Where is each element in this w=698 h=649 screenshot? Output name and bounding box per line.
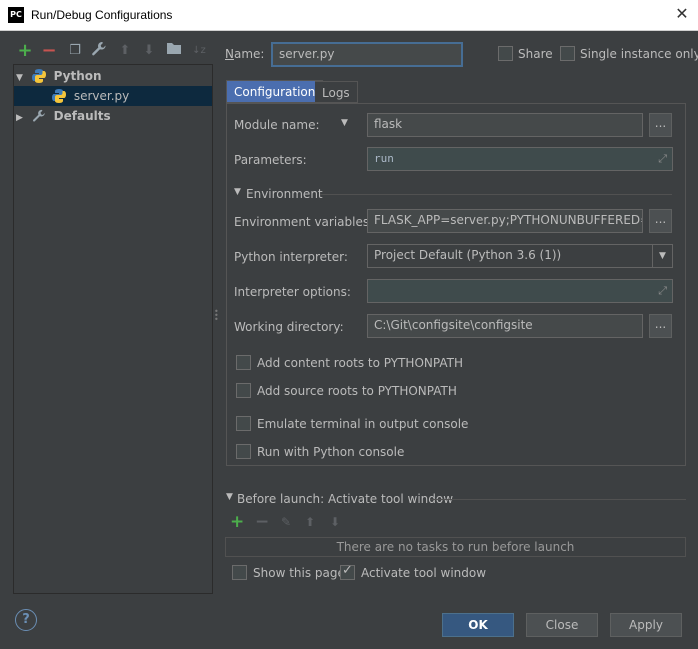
tab-configuration[interactable]: Configuration	[226, 80, 324, 103]
expand-icon[interactable]: ⤢	[658, 284, 667, 298]
sort-alphabetically-icon[interactable]: ↓z	[189, 41, 209, 61]
close-window-button[interactable]: ✕	[672, 4, 692, 24]
tree-label-server-py: server.py	[73, 89, 130, 103]
activate-tool-window-checkbox[interactable]	[340, 563, 355, 580]
apply-button[interactable]: Apply	[610, 613, 682, 637]
tree-label-defaults: Defaults	[53, 109, 111, 123]
add-content-roots-checkbox[interactable]	[236, 355, 251, 370]
parameters-label: Parameters:	[234, 153, 307, 167]
interpreter-options-input[interactable]: ⤢	[367, 279, 673, 303]
before-launch-title: Before launch: Activate tool window	[237, 492, 454, 506]
python-icon	[31, 69, 46, 83]
before-launch-divider	[430, 499, 686, 500]
before-launch-task-list[interactable]: There are no tasks to run before launch	[225, 537, 686, 557]
env-vars-input[interactable]: FLASK_APP=server.py;PYTHONUNBUFFERED=1	[367, 209, 643, 233]
name-label: Name:	[225, 47, 265, 61]
add-content-roots-label: Add content roots to PYTHONPATH	[257, 356, 463, 370]
window-title: Run/Debug Configurations	[31, 8, 173, 22]
working-directory-browse-button[interactable]: ...	[649, 314, 672, 338]
name-input[interactable]: server.py	[271, 42, 463, 67]
environment-section-label: Environment	[246, 187, 323, 201]
python-interpreter-select[interactable]: Project Default (Python 3.6 (1)) ▼	[367, 244, 673, 268]
add-task-icon[interactable]: +	[230, 512, 244, 532]
title-bar: PC Run/Debug Configurations ✕	[0, 0, 698, 31]
add-source-roots-checkbox[interactable]	[236, 383, 251, 398]
emulate-terminal-label: Emulate terminal in output console	[257, 417, 469, 431]
splitter-handle[interactable]: • • •	[214, 308, 219, 324]
tree-item-defaults[interactable]: ▶ Defaults	[16, 106, 212, 126]
move-down-icon[interactable]: ⬇	[139, 41, 159, 61]
edit-defaults-wrench-icon[interactable]	[89, 41, 109, 61]
parameters-value: run	[374, 152, 394, 165]
interpreter-options-label: Interpreter options:	[234, 285, 351, 299]
chevron-down-icon[interactable]: ▼	[652, 245, 672, 267]
share-checkbox[interactable]	[498, 46, 513, 61]
environment-collapse-icon[interactable]: ▼	[234, 187, 241, 197]
help-button[interactable]: ?	[15, 609, 37, 631]
run-with-console-label: Run with Python console	[257, 445, 405, 459]
tab-logs[interactable]: Logs	[315, 81, 358, 103]
single-instance-label: Single instance only	[580, 47, 698, 61]
expand-icon[interactable]: ⤢	[658, 152, 667, 166]
single-instance-checkbox[interactable]	[560, 46, 575, 61]
tree-label-python: Python	[53, 69, 102, 83]
module-name-label: Module name:	[234, 118, 320, 132]
share-label: Share	[518, 47, 553, 61]
module-name-input[interactable]: flask	[367, 113, 643, 137]
move-task-up-icon[interactable]: ⬆	[305, 515, 315, 529]
pycharm-icon: PC	[8, 7, 24, 23]
edit-task-pencil-icon[interactable]: ✎	[281, 515, 291, 529]
show-page-checkbox[interactable]	[232, 565, 247, 580]
show-page-label: Show this page	[253, 566, 345, 580]
module-name-dropdown-icon[interactable]: ▼	[341, 118, 348, 128]
copy-configuration-icon[interactable]: ❐	[65, 41, 85, 61]
close-button[interactable]: Close	[526, 613, 598, 637]
collapsed-arrow-icon[interactable]: ▶	[16, 108, 28, 128]
expanded-arrow-icon[interactable]: ▼	[16, 68, 28, 88]
ok-button[interactable]: OK	[442, 613, 514, 637]
before-launch-collapse-icon[interactable]: ▼	[226, 492, 233, 502]
parameters-input[interactable]: run ⤢	[367, 147, 673, 171]
run-with-console-checkbox[interactable]	[236, 444, 251, 459]
tree-item-python[interactable]: ▼ Python	[16, 66, 212, 86]
module-browse-button[interactable]: ...	[649, 113, 672, 137]
activate-tool-window-label: Activate tool window	[361, 566, 487, 580]
env-vars-label: Environment variables:	[234, 215, 374, 229]
remove-task-icon[interactable]: −	[255, 512, 269, 532]
add-configuration-icon[interactable]: +	[15, 41, 35, 61]
configuration-tree[interactable]: ▼ Python server.py ▶ Defaults	[13, 64, 213, 594]
defaults-wrench-icon	[32, 109, 45, 122]
folder-icon[interactable]	[164, 41, 184, 61]
working-directory-input[interactable]: C:\Git\configsite\configsite	[367, 314, 643, 338]
env-vars-browse-button[interactable]: ...	[649, 209, 672, 233]
tree-item-server-py[interactable]: server.py	[14, 86, 212, 106]
move-task-down-icon[interactable]: ⬇	[330, 515, 340, 529]
emulate-terminal-checkbox[interactable]	[236, 416, 251, 431]
python-interpreter-value: Project Default (Python 3.6 (1))	[374, 248, 562, 262]
remove-configuration-icon[interactable]: −	[39, 41, 59, 61]
python-interpreter-label: Python interpreter:	[234, 250, 348, 264]
add-source-roots-label: Add source roots to PYTHONPATH	[257, 384, 457, 398]
move-up-icon[interactable]: ⬆	[115, 41, 135, 61]
working-directory-label: Working directory:	[234, 320, 344, 334]
python-file-icon	[52, 89, 66, 103]
environment-divider	[320, 194, 672, 195]
